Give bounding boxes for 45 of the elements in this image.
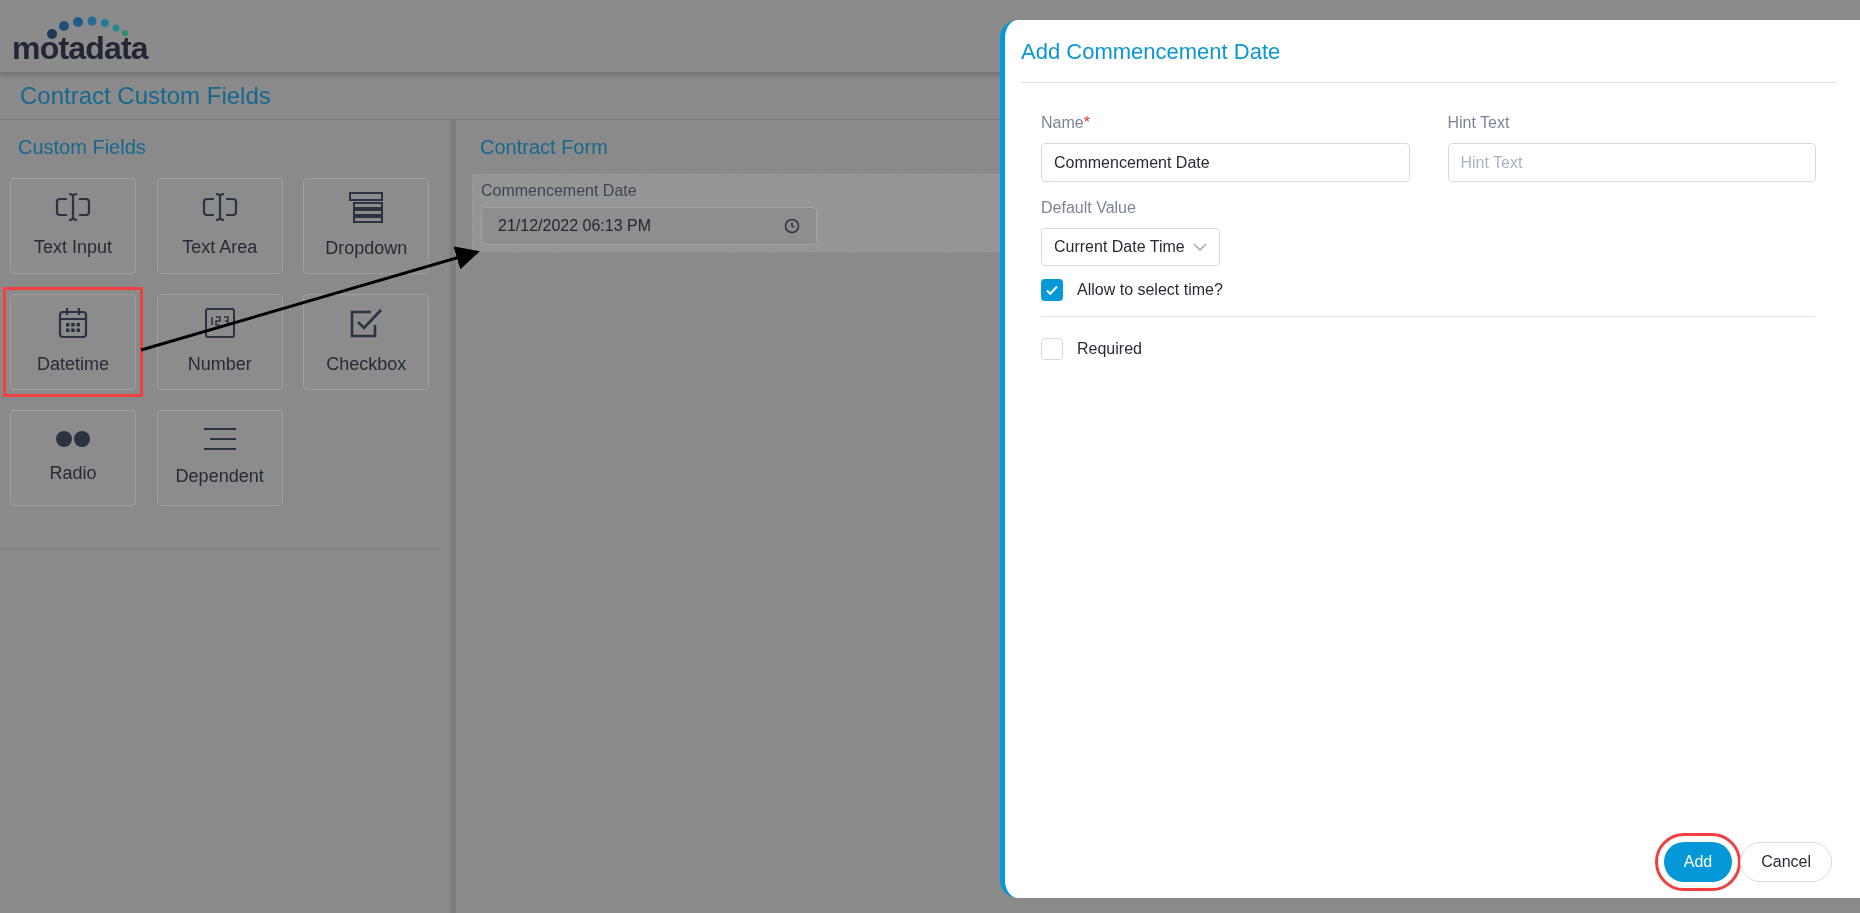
logo[interactable]: motadata [12, 16, 154, 64]
page-title: Contract Custom Fields [20, 80, 271, 111]
number-box-icon [203, 306, 236, 339]
field-type-tile[interactable]: Checkbox [303, 294, 430, 390]
field-label: Name* [1041, 113, 1091, 133]
dropdown-icon [348, 190, 385, 223]
tile-label: Checkbox [326, 352, 407, 376]
field-label: Commencement Date [481, 181, 638, 201]
field-type-tile[interactable]: Radio [10, 410, 136, 506]
logo-text: motadata [12, 32, 150, 64]
dialog-title: Add Commencement Date [1021, 37, 1281, 66]
tile-label: Datetime [37, 352, 109, 376]
checkbox[interactable] [1041, 279, 1063, 301]
hint-input[interactable]: Hint Text [1447, 143, 1816, 182]
field-type-tile[interactable]: Dependent [156, 410, 283, 506]
default-value-select[interactable]: Current Date Time [1041, 228, 1220, 266]
cancel-button[interactable]: Cancel [1740, 842, 1832, 882]
panel-title: Custom Fields [18, 135, 147, 160]
field-label: Default Value [1041, 198, 1137, 218]
tile-label: Number [187, 352, 252, 376]
tile-label: Dropdown [325, 236, 408, 260]
tile-label: Text Input [33, 235, 112, 259]
field-label: Hint Text [1447, 113, 1511, 133]
calendar-icon [58, 306, 88, 339]
chevron-down-icon [1192, 243, 1207, 251]
tile-label: Radio [49, 461, 97, 485]
field-type-tile[interactable]: Text Area [156, 178, 283, 274]
tile-label: Text Area [182, 235, 258, 259]
field-type-tile[interactable]: Number [156, 294, 283, 390]
field-type-tile[interactable]: Datetime [10, 294, 136, 390]
field-type-tile[interactable]: Dropdown [303, 178, 430, 274]
checkbox[interactable] [1041, 338, 1063, 360]
text-cursor-icon [201, 191, 238, 222]
clock-icon [784, 218, 800, 234]
checkbox-label: Required [1077, 339, 1142, 359]
two-dots-icon [55, 429, 91, 448]
checkbox-label: Allow to select time? [1077, 280, 1223, 300]
lines-icon [201, 426, 238, 451]
text-cursor-icon [55, 191, 91, 222]
name-input[interactable]: Commencement Date [1041, 143, 1410, 182]
tile-label: Dependent [175, 464, 264, 488]
date-value: 21/12/2022 06:13 PM [498, 216, 651, 236]
checkmark-icon [1045, 283, 1059, 297]
field-type-tile[interactable]: Text Input [10, 178, 136, 274]
date-field[interactable]: 21/12/2022 06:13 PM [481, 207, 817, 245]
